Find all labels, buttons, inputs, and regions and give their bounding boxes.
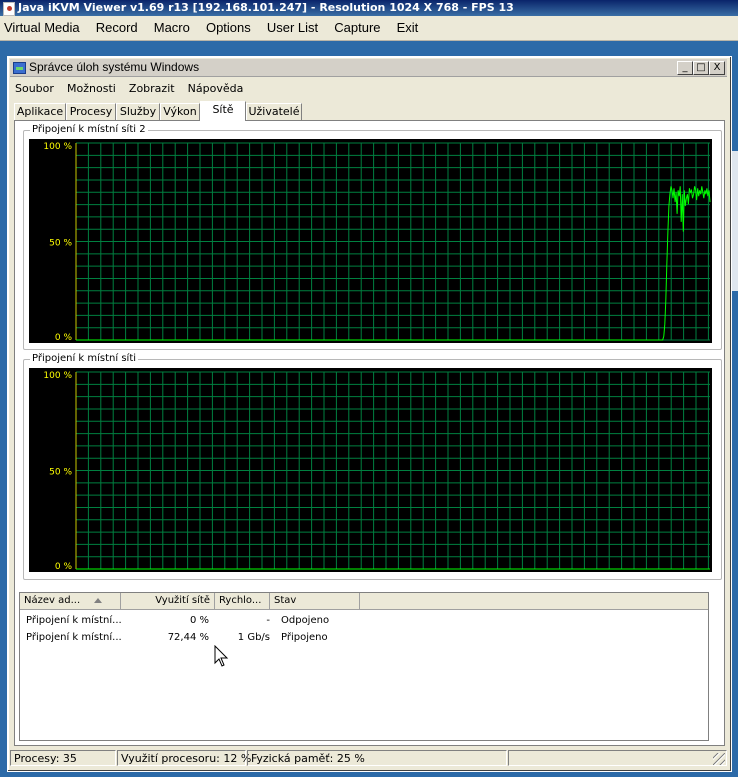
adapter-name: Připojení k místní...	[26, 632, 121, 643]
adapter-utilization: 0 %	[189, 615, 209, 626]
adapter-speed: -	[266, 615, 270, 626]
graph-frame: 100 % 50 % 0 %	[29, 368, 712, 572]
resize-grip-icon[interactable]	[713, 753, 725, 765]
adapter-name: Připojení k místní...	[26, 615, 121, 626]
column-header-utilization[interactable]: Využití sítě	[121, 593, 215, 609]
kvm-title-text: Java iKVM Viewer v1.69 r13 [192.168.101.…	[18, 1, 514, 14]
tab-site[interactable]: Sítě	[200, 101, 246, 121]
adapter-row[interactable]: Připojení k místní... 72,44 % 1 Gb/s Při…	[20, 630, 708, 646]
menu-moznosti[interactable]: Možnosti	[62, 80, 119, 98]
adapter-state: Odpojeno	[281, 615, 330, 626]
network-graph-lan: 100 % 50 % 0 %	[43, 371, 710, 572]
status-processes: Procesy: 35	[10, 750, 116, 766]
menu-soubor[interactable]: Soubor	[10, 80, 57, 98]
column-header-speed[interactable]: Rychlo...	[215, 593, 270, 609]
mouse-cursor-icon	[214, 645, 229, 667]
kvm-title-bar: Java iKVM Viewer v1.69 r13 [192.168.101.…	[0, 0, 738, 16]
y-tick-label: 0 %	[55, 333, 73, 343]
adapter-utilization: 72,44 %	[167, 632, 209, 643]
status-empty-panel	[508, 750, 727, 766]
graph-group-lan: Připojení k místní síti 100 % 50 % 0 %	[23, 352, 722, 580]
menu-user-list[interactable]: User List	[263, 16, 325, 40]
task-manager-title-bar[interactable]: Správce úloh systému Windows _ □ X	[10, 59, 727, 77]
adapter-state: Připojeno	[281, 632, 328, 643]
utilization-line	[76, 186, 711, 341]
tab-vykon[interactable]: Výkon	[160, 103, 200, 120]
tab-uzivatele[interactable]: Uživatelé	[246, 103, 302, 120]
graph-frame: 100 % 50 % 0 %	[29, 139, 712, 343]
adapter-row[interactable]: Připojení k místní... 0 % - Odpojeno	[20, 613, 708, 629]
y-tick-label: 100 %	[43, 371, 72, 381]
status-memory: Fyzická paměť: 25 %	[247, 750, 507, 766]
menu-capture[interactable]: Capture	[330, 16, 387, 40]
column-header-name-label: Název ad...	[24, 595, 81, 606]
menu-napoveda[interactable]: Nápověda	[183, 80, 247, 98]
tab-aplikace[interactable]: Aplikace	[14, 103, 66, 120]
close-button[interactable]: X	[709, 61, 725, 75]
column-header-name[interactable]: Název ad...	[20, 593, 121, 609]
graph-title: Připojení k místní síti 2	[30, 123, 148, 137]
sort-ascending-icon	[94, 598, 102, 603]
menu-zobrazit[interactable]: Zobrazit	[124, 80, 178, 98]
java-icon	[3, 2, 15, 16]
task-manager-icon	[13, 62, 26, 74]
kvm-menu-bar: Virtual Media Record Macro Options User …	[0, 16, 738, 41]
network-graph-lan-2: 100 % 50 % 0 %	[43, 142, 711, 343]
column-header-state[interactable]: Stav	[270, 593, 360, 609]
task-manager-window: Správce úloh systému Windows _ □ X Soubo…	[7, 56, 732, 772]
task-manager-title: Správce úloh systému Windows	[29, 60, 200, 74]
adapter-list-header: Název ad... Využití sítě Rychlo... Stav	[20, 593, 708, 610]
adapter-list[interactable]: Název ad... Využití sítě Rychlo... Stav …	[19, 592, 709, 741]
y-tick-label: 50 %	[49, 468, 72, 478]
status-cpu: Využití procesoru: 12 %	[117, 750, 251, 766]
status-bar: Procesy: 35 Využití procesoru: 12 % Fyzi…	[10, 749, 727, 767]
graph-group-lan-2: Připojení k místní síti 2 100 % 50 % 0 %	[23, 123, 722, 350]
adapter-speed: 1 Gb/s	[237, 632, 270, 643]
menu-record[interactable]: Record	[92, 16, 145, 40]
menu-options[interactable]: Options	[202, 16, 258, 40]
graph-title: Připojení k místní síti	[30, 352, 139, 366]
menu-exit[interactable]: Exit	[393, 16, 426, 40]
menu-macro[interactable]: Macro	[150, 16, 197, 40]
y-tick-label: 100 %	[43, 142, 72, 152]
grid	[75, 142, 710, 341]
minimize-button[interactable]: _	[677, 61, 693, 75]
menu-virtual-media[interactable]: Virtual Media	[0, 16, 87, 40]
tab-procesy[interactable]: Procesy	[66, 103, 116, 120]
y-tick-label: 0 %	[55, 562, 73, 572]
maximize-button[interactable]: □	[693, 61, 709, 75]
y-tick-label: 50 %	[49, 239, 72, 249]
task-manager-menu: Soubor Možnosti Zobrazit Nápověda	[10, 77, 727, 95]
grid	[75, 371, 710, 570]
tab-sluzby[interactable]: Služby	[116, 103, 160, 120]
